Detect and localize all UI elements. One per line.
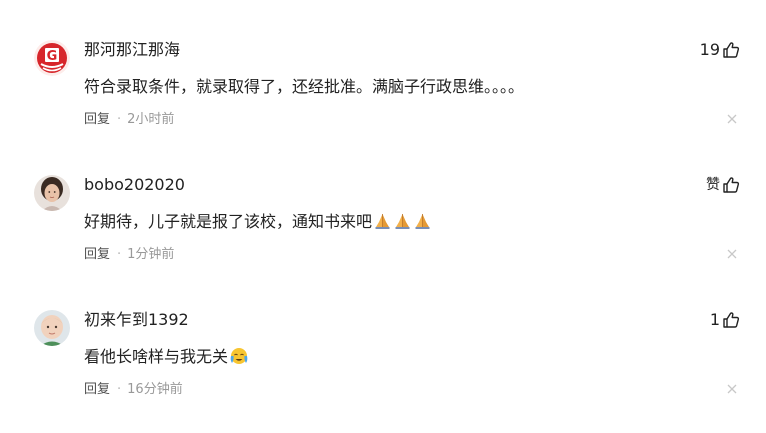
close-icon[interactable]	[726, 248, 738, 260]
comment-text-body: 好期待，儿子就是报了该校，通知书来吧	[84, 212, 373, 231]
avatar[interactable]	[34, 310, 70, 346]
comment-meta: 回复 · 2小时前	[84, 111, 174, 129]
thumbs-up-icon	[723, 312, 740, 328]
meta-separator: ·	[117, 112, 122, 127]
thumbs-up-icon	[723, 177, 740, 193]
comment-text: 好期待，儿子就是报了该校，通知书来吧	[84, 210, 432, 234]
reply-button[interactable]: 回复	[84, 247, 110, 262]
woman-portrait-avatar-icon	[34, 175, 70, 211]
like-button[interactable]: 赞	[706, 174, 740, 196]
reply-button[interactable]: 回复	[84, 382, 110, 397]
thumbs-up-icon	[723, 42, 740, 58]
folded-hands-emoji-icon	[375, 214, 390, 229]
comment-item: bobo202020 好期待，儿子就是报了该校，通知书来吧 回复 · 1分钟前 赞	[0, 135, 766, 270]
meta-separator: ·	[117, 247, 122, 262]
comment-item: 初来乍到1392 看他长啥样与我无关 回复 · 16分钟前 1	[0, 270, 766, 405]
comment-text: 符合录取条件，就录取得了，还经批准。满脑子行政思维。。。。	[84, 75, 524, 99]
close-icon[interactable]	[726, 113, 738, 125]
folded-hands-emoji-icon	[415, 214, 430, 229]
comment-meta: 回复 · 1分钟前	[84, 246, 174, 264]
like-count: 19	[699, 40, 720, 59]
close-icon[interactable]	[726, 383, 738, 395]
comment-time: 16分钟前	[127, 382, 183, 397]
username[interactable]: 初来乍到1392	[84, 309, 189, 331]
svg-text:G: G	[47, 49, 58, 64]
comment-item: G 那河那江那海 符合录取条件，就录取得了，还经批准。满脑子行政思维。。。。 回…	[0, 0, 766, 135]
crying-face-emoji-icon	[230, 348, 248, 364]
comment-time: 2小时前	[127, 112, 175, 127]
like-button[interactable]: 19	[700, 39, 740, 61]
reply-button[interactable]: 回复	[84, 112, 110, 127]
like-count: 1	[709, 310, 720, 329]
baby-portrait-avatar-icon	[34, 310, 70, 346]
username[interactable]: bobo202020	[84, 174, 185, 196]
username[interactable]: 那河那江那海	[84, 39, 180, 61]
avatar[interactable]: G	[34, 40, 70, 76]
meta-separator: ·	[117, 382, 122, 397]
folded-hands-emoji-icon	[395, 214, 410, 229]
comment-time: 1分钟前	[127, 247, 175, 262]
comment-text: 看他长啥样与我无关	[84, 345, 249, 369]
comment-text-body: 看他长啥样与我无关	[84, 347, 229, 366]
comment-text-body: 符合录取条件，就录取得了，还经批准。满脑子行政思维。。。。	[84, 77, 525, 96]
red-logo-avatar-icon: G	[34, 40, 70, 76]
like-label: 赞	[706, 177, 720, 193]
comment-meta: 回复 · 16分钟前	[84, 381, 183, 399]
avatar[interactable]	[34, 175, 70, 211]
like-button[interactable]: 1	[710, 309, 740, 331]
